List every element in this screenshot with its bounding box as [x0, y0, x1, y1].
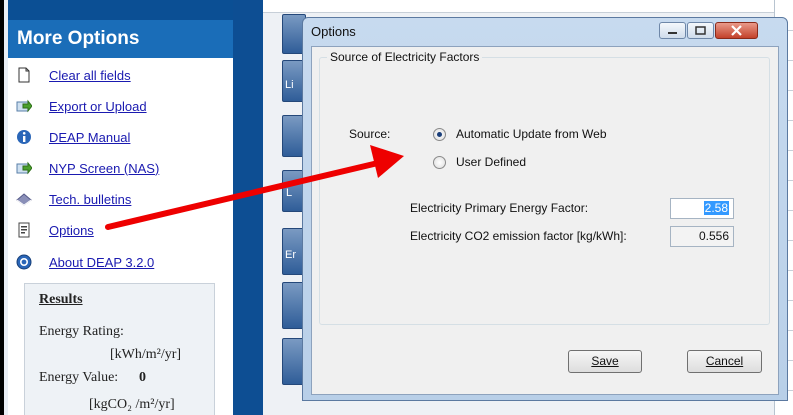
- dialog-title: Options: [311, 24, 356, 39]
- source-label: Source:: [349, 127, 391, 141]
- energy-value: 0: [139, 370, 146, 385]
- sidebar-item-about-deap[interactable]: About DEAP 3.2.0: [16, 251, 231, 273]
- blank-page-icon: [16, 67, 32, 83]
- radio-automatic-update[interactable]: [433, 128, 446, 141]
- maximize-icon: [695, 26, 706, 35]
- minimize-icon: [668, 32, 677, 34]
- screen: Li L Er More Options Clear all fields Ex…: [4, 0, 793, 415]
- sidebar-divider: [233, 0, 263, 415]
- sidebar-item-label[interactable]: Tech. bulletins: [49, 192, 131, 207]
- primary-factor-field[interactable]: 2.58: [670, 198, 734, 219]
- background-window-titlebar: [263, 0, 793, 13]
- cancel-button-label: Cancel: [705, 354, 744, 368]
- save-button[interactable]: Save: [568, 350, 642, 373]
- co2-factor-label: Electricity CO2 emission factor [kg/kWh]…: [410, 229, 627, 243]
- sidebar-item-export-or-upload[interactable]: Export or Upload: [16, 95, 231, 117]
- background-tab-label: Er: [285, 249, 296, 261]
- save-button-label: Save: [591, 354, 619, 368]
- radio-user-defined[interactable]: [433, 156, 446, 169]
- radio-user-defined-label[interactable]: User Defined: [456, 155, 526, 169]
- sidebar-item-label[interactable]: Clear all fields: [49, 68, 131, 83]
- results-panel: Results Energy Rating: [kWh/m²/yr] Energ…: [24, 283, 215, 415]
- export-arrow-icon: [16, 160, 33, 176]
- radio-automatic-update-label[interactable]: Automatic Update from Web: [456, 127, 607, 141]
- sidebar-item-label[interactable]: About DEAP 3.2.0: [49, 255, 154, 270]
- sidebar-item-label[interactable]: Options: [49, 223, 94, 238]
- sidebar-item-label[interactable]: DEAP Manual: [49, 130, 130, 145]
- source-group-box: Source of Electricity Factors Source: Au…: [319, 50, 770, 325]
- export-arrow-icon: [16, 98, 33, 114]
- more-options-sidebar: More Options Clear all fields Export or …: [8, 0, 233, 415]
- background-tab-label: Li: [285, 79, 294, 91]
- sidebar-item-label[interactable]: NYP Screen (NAS): [49, 161, 159, 176]
- sidebar-item-clear-all-fields[interactable]: Clear all fields: [16, 64, 231, 86]
- dialog-body: Source of Electricity Factors Source: Au…: [311, 46, 779, 395]
- primary-factor-label: Electricity Primary Energy Factor:: [410, 201, 589, 215]
- sidebar-item-label[interactable]: Export or Upload: [49, 99, 147, 114]
- sidebar-item-tech-bulletins[interactable]: Tech. bulletins: [16, 188, 231, 210]
- options-page-icon: [16, 222, 32, 238]
- sidebar-topbar: [8, 0, 233, 20]
- co2-unit: [kgCO₂ /m²/yr]: [89, 397, 175, 412]
- sidebar-item-nyp-screen[interactable]: NYP Screen (NAS): [16, 157, 231, 179]
- energy-rating-unit: [kWh/m²/yr]: [110, 347, 182, 362]
- background-tab-label: L: [286, 187, 293, 199]
- results-heading: Results: [39, 292, 83, 307]
- close-button[interactable]: [715, 22, 758, 39]
- group-title: Source of Electricity Factors: [327, 50, 483, 64]
- close-icon: [731, 25, 742, 36]
- energy-rating-label: Energy Rating:: [39, 324, 124, 339]
- options-dialog: Options Source of Electricity Factors So…: [302, 17, 788, 401]
- maximize-button[interactable]: [687, 22, 714, 39]
- info-icon: [16, 129, 32, 145]
- sidebar-title: More Options: [8, 20, 233, 58]
- book-icon: [16, 191, 32, 207]
- sidebar-item-deap-manual[interactable]: DEAP Manual: [16, 126, 231, 148]
- sidebar-item-options[interactable]: Options: [16, 219, 231, 241]
- energy-value-label: Energy Value:: [39, 370, 119, 385]
- co2-factor-field[interactable]: 0.556: [670, 226, 734, 247]
- primary-factor-value: 2.58: [703, 201, 729, 215]
- minimize-button[interactable]: [659, 22, 686, 39]
- help-circle-icon: [16, 254, 32, 270]
- cancel-button[interactable]: Cancel: [687, 350, 762, 373]
